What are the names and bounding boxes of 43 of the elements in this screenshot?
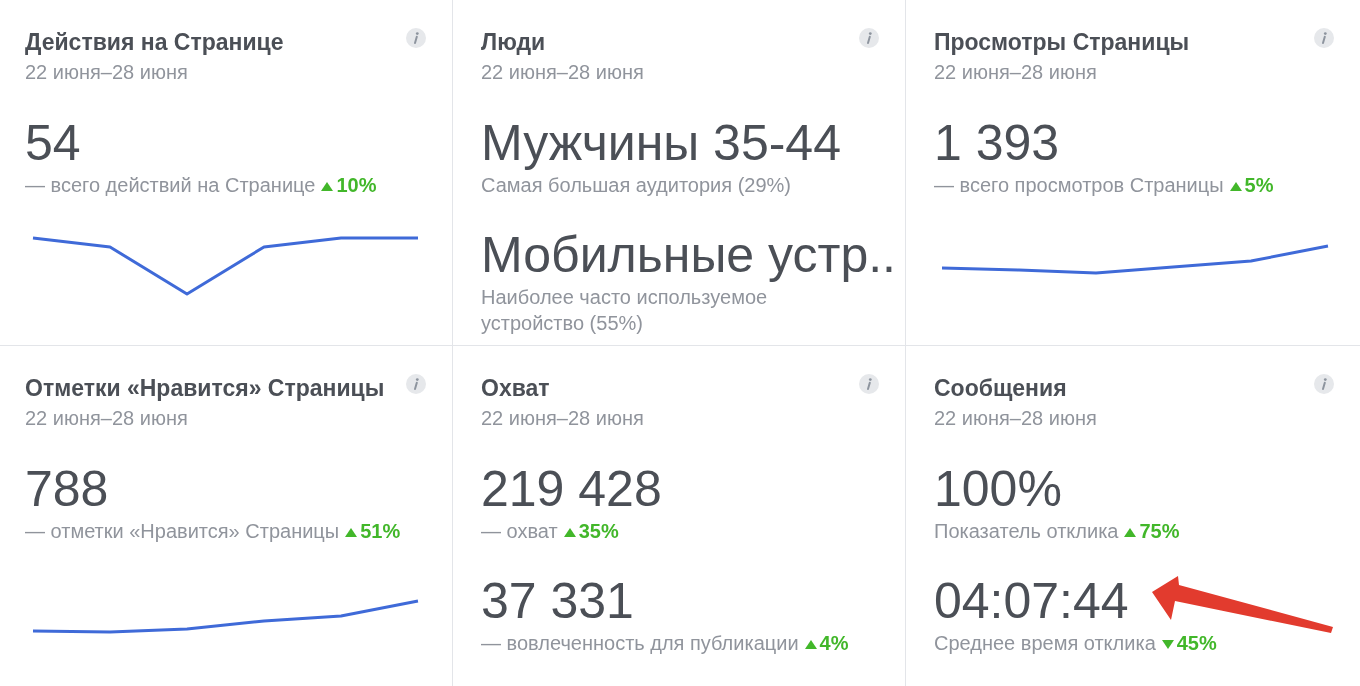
metric-caption: Самая большая аудитория (29%) — [481, 174, 791, 196]
info-icon[interactable] — [1314, 374, 1334, 394]
metric-value: 100% — [934, 462, 1062, 516]
metric-value: Мобильные устр.. — [481, 228, 896, 282]
metric-caption: Показатель отклика — [934, 520, 1119, 542]
metric-value: Мужчины 35-44 — [481, 116, 841, 170]
change-percent: 10% — [336, 174, 377, 196]
metric-caption: — отметки «Нравится» Страницы — [25, 520, 340, 542]
metric-caption: — всего действий на Странице — [25, 174, 316, 196]
date-range: 22 июня–28 июня — [481, 406, 645, 430]
card-title: Действия на Странице — [25, 29, 284, 55]
metric-value: 1 393 — [934, 116, 1060, 170]
metric-value: 37 331 — [481, 574, 634, 628]
card-title: Охват — [481, 375, 550, 401]
date-range: 22 июня–28 июня — [25, 60, 189, 84]
metric-caption: Наиболее часто используемое устройство (55%) — [481, 286, 768, 334]
metric-value: 04:07:44 — [934, 574, 1129, 628]
metric-value: 788 — [25, 462, 109, 516]
metric-caption: — вовлеченность для публикации — [481, 632, 799, 654]
metric-caption: Среднее время отклика — [934, 632, 1156, 654]
info-icon[interactable] — [406, 28, 426, 48]
date-range: 22 июня–28 июня — [25, 406, 189, 430]
info-icon[interactable] — [406, 374, 426, 394]
metric-value: 54 — [25, 116, 81, 170]
card-title: Просмотры Страницы — [934, 29, 1190, 55]
change-percent: 51% — [360, 520, 401, 542]
metric-value: 219 428 — [481, 462, 662, 516]
card-title: Люди — [481, 29, 546, 55]
metric-caption: — всего просмотров Страницы — [934, 174, 1224, 196]
change-percent: 35% — [578, 520, 619, 542]
date-range: 22 июня–28 июня — [934, 60, 1098, 84]
date-range: 22 июня–28 июня — [481, 60, 645, 84]
info-icon[interactable] — [1314, 28, 1334, 48]
info-icon[interactable] — [859, 28, 879, 48]
change-percent: 45% — [1176, 632, 1217, 654]
metric-caption: — охват — [481, 520, 558, 542]
card-title: Отметки «Нравится» Страницы — [25, 375, 385, 401]
info-icon[interactable] — [859, 374, 879, 394]
date-range: 22 июня–28 июня — [934, 406, 1098, 430]
card-title: Сообщения — [934, 375, 1067, 401]
change-percent: 5% — [1244, 174, 1274, 196]
change-percent: 4% — [819, 632, 849, 654]
change-percent: 75% — [1139, 520, 1180, 542]
